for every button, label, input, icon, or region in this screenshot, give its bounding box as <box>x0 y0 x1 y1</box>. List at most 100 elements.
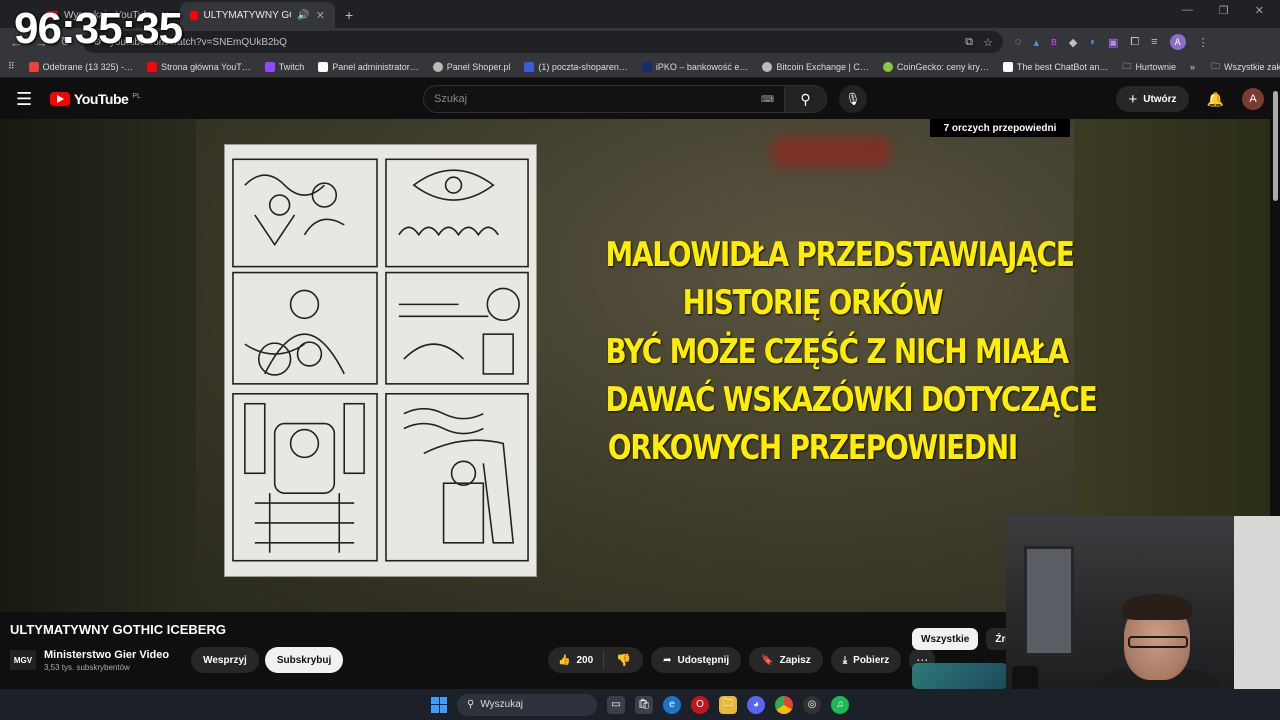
youtube-play-logo-icon <box>50 92 70 106</box>
save-label: Zapisz <box>779 654 811 666</box>
bookmark-folder-hurtownie[interactable]: 🗀 Hurtownie <box>1122 59 1176 75</box>
search-button[interactable]: ⚲ <box>785 85 827 113</box>
dislike-button[interactable]: 👎 <box>604 653 643 667</box>
webcam-overlay <box>1006 516 1280 690</box>
apps-icon[interactable]: ⠿ <box>8 61 15 72</box>
bookmark-bitcoin[interactable]: Bitcoin Exchange | C… <box>762 61 869 72</box>
windows-start-icon[interactable] <box>431 696 447 713</box>
hamburger-menu-icon[interactable]: ☰ <box>16 89 46 110</box>
subscribe-button[interactable]: Subskrybuj <box>264 647 344 673</box>
bookmark-mail[interactable]: (1) poczta-shoparen… <box>524 61 628 72</box>
microphone-icon: 🎙 <box>845 92 861 106</box>
tab-label: ULTYMATYWNY GOTHIC IC… <box>203 9 292 21</box>
restore-icon[interactable]: ❐ <box>1219 4 1229 17</box>
window-controls: — ❐ ✕ <box>1166 4 1280 25</box>
puzzle-icon[interactable]: ⧠ <box>1130 36 1139 49</box>
mail-icon <box>524 61 535 72</box>
bookmark-star-icon[interactable]: ☆ <box>983 36 993 49</box>
extension-icon[interactable]: ◌ <box>1015 36 1022 48</box>
channel-avatar[interactable]: MGV <box>10 650 36 670</box>
channel-info: Ministerstwo Gier Video 3,53 tys. subskr… <box>44 649 169 672</box>
discord-icon[interactable]: ◕ <box>747 695 765 714</box>
profile-avatar[interactable]: A <box>1169 34 1186 50</box>
file-explorer-icon[interactable]: 🗀 <box>719 695 737 714</box>
webcam-door-detail <box>1234 516 1280 690</box>
like-dislike-group: 👍 200 👎 <box>548 647 644 673</box>
bank-icon <box>641 61 652 72</box>
caption-line: ORKOWYCH PRZEPOWIEDNI <box>607 428 1018 469</box>
extension-icon[interactable]: ▣ <box>1108 36 1118 49</box>
coingecko-icon <box>882 61 893 72</box>
channel-name[interactable]: Ministerstwo Gier Video <box>44 649 169 661</box>
like-button[interactable]: 👍 200 <box>548 651 605 669</box>
download-button[interactable]: ⤓ Pobierz <box>830 647 902 673</box>
address-bar[interactable]: ⚙ youtube.com/watch?v=SNEmQUkB2bQ ⧉ ☆ <box>82 31 1003 53</box>
all-bookmarks-folder[interactable]: 🗀Wszystkie zakładki <box>1211 59 1280 75</box>
account-avatar[interactable]: A <box>1242 88 1264 110</box>
extension-icon[interactable]: ◆ <box>1069 36 1077 49</box>
share-button[interactable]: ➦ Udostępnij <box>651 647 742 673</box>
spotify-icon[interactable]: ♫ <box>831 695 849 714</box>
reading-list-icon[interactable]: ≡ <box>1151 36 1157 48</box>
taskbar-search-placeholder: Wyszukaj <box>480 699 524 710</box>
edge-icon[interactable]: e <box>663 695 681 714</box>
bookmarks-right: » 🗀Wszystkie zakładki <box>1190 59 1280 75</box>
bookmarks-bar: ⠿ Odebrane (13 325) -… Strona główna You… <box>0 56 1280 78</box>
caption-line: BYĆ MOŻE CZĘŚĆ Z NICH MIAŁA <box>605 331 1069 372</box>
globe-icon <box>762 61 773 72</box>
store-icon[interactable]: 🛍 <box>635 695 653 714</box>
bookmark-gmail[interactable]: Odebrane (13 325) -… <box>28 61 133 72</box>
keyboard-icon[interactable]: ⌨ <box>761 94 774 105</box>
bookmark-coingecko[interactable]: CoinGecko: ceny kry… <box>882 61 989 72</box>
search-icon: ⚲ <box>467 699 475 710</box>
close-icon[interactable]: ✕ <box>316 9 325 22</box>
new-tab-button[interactable]: + <box>335 2 363 28</box>
youtube-logo[interactable]: YouTube PL <box>50 91 141 107</box>
extension-icon[interactable]: ◗ <box>1089 36 1096 48</box>
video-actions: 👍 200 👎 ➦ Udostępnij 🔖 Zapisz ⤓ Pobierz … <box>548 647 936 673</box>
screen: 96:35:35 Wyszukaj - YouTube ✕ ULTYMATYWN… <box>0 0 1280 720</box>
webcam-person-hair <box>1122 594 1192 620</box>
taskbar-search[interactable]: ⚲ Wyszukaj <box>457 693 597 716</box>
orc-paintings-drawing <box>224 144 537 577</box>
folder-icon: 🗀 <box>1122 60 1132 71</box>
chatbot-icon <box>1002 61 1013 72</box>
caption-line: MALOWIDŁA PRZEDSTAWIAJĄCE <box>605 235 1074 275</box>
chevron-right-icon[interactable]: » <box>1190 62 1195 72</box>
bookmark-ipko[interactable]: iPKO – bankowość e… <box>641 61 748 72</box>
extension-icon[interactable]: ▴ <box>1033 36 1039 49</box>
bookmark-twitch[interactable]: Twitch <box>264 61 304 72</box>
logo-word: YouTube <box>74 91 129 107</box>
bookmark-youtube[interactable]: Strona główna YouT… <box>147 61 251 72</box>
chrome-icon[interactable] <box>775 695 793 714</box>
chip-all[interactable]: Wszystkie <box>912 628 979 650</box>
recommended-video-thumbnail[interactable] <box>912 663 1008 689</box>
bookmark-shoper[interactable]: Panel Shoper.pl <box>432 61 510 72</box>
like-count: 200 <box>576 654 594 666</box>
extension-icon[interactable]: ʙ <box>1051 36 1057 48</box>
create-label: Utwórz <box>1143 93 1177 105</box>
obs-icon[interactable]: ◎ <box>803 695 821 714</box>
opera-icon[interactable]: O <box>691 695 709 714</box>
voice-search-button[interactable]: 🎙 <box>839 85 867 113</box>
save-button[interactable]: 🔖 Zapisz <box>749 647 823 673</box>
menu-icon[interactable]: ⋮ <box>1198 36 1209 49</box>
support-button[interactable]: Wesprzyj <box>191 647 259 673</box>
create-button[interactable]: + Utwórz <box>1116 86 1189 112</box>
webcam-person-glasses <box>1128 636 1188 648</box>
search-input[interactable]: Szukaj ⌨ <box>423 85 785 113</box>
task-view-icon[interactable]: ▭ <box>607 695 625 714</box>
speaker-icon[interactable]: 🔊 <box>297 10 309 21</box>
notifications-bell-icon[interactable]: 🔔 <box>1207 91 1224 108</box>
browser-tab-1[interactable]: ULTYMATYWNY GOTHIC IC… 🔊 ✕ <box>180 2 335 28</box>
search-area: Szukaj ⌨ ⚲ 🎙 <box>423 85 867 113</box>
drawing-illustration <box>232 158 529 562</box>
windows-taskbar: ⚲ Wyszukaj ▭ 🛍 e O 🗀 ◕ ◎ ♫ <box>0 689 1280 720</box>
bookmark-admin-panel[interactable]: Panel administrator… <box>318 61 419 72</box>
minimize-icon[interactable]: — <box>1182 4 1193 17</box>
plus-icon: + <box>1128 90 1138 108</box>
bookmark-chatbot[interactable]: The best ChatBot an… <box>1002 61 1108 72</box>
close-window-icon[interactable]: ✕ <box>1255 4 1264 17</box>
install-app-icon[interactable]: ⧉ <box>965 36 973 49</box>
scrollbar-thumb[interactable] <box>1273 91 1278 201</box>
